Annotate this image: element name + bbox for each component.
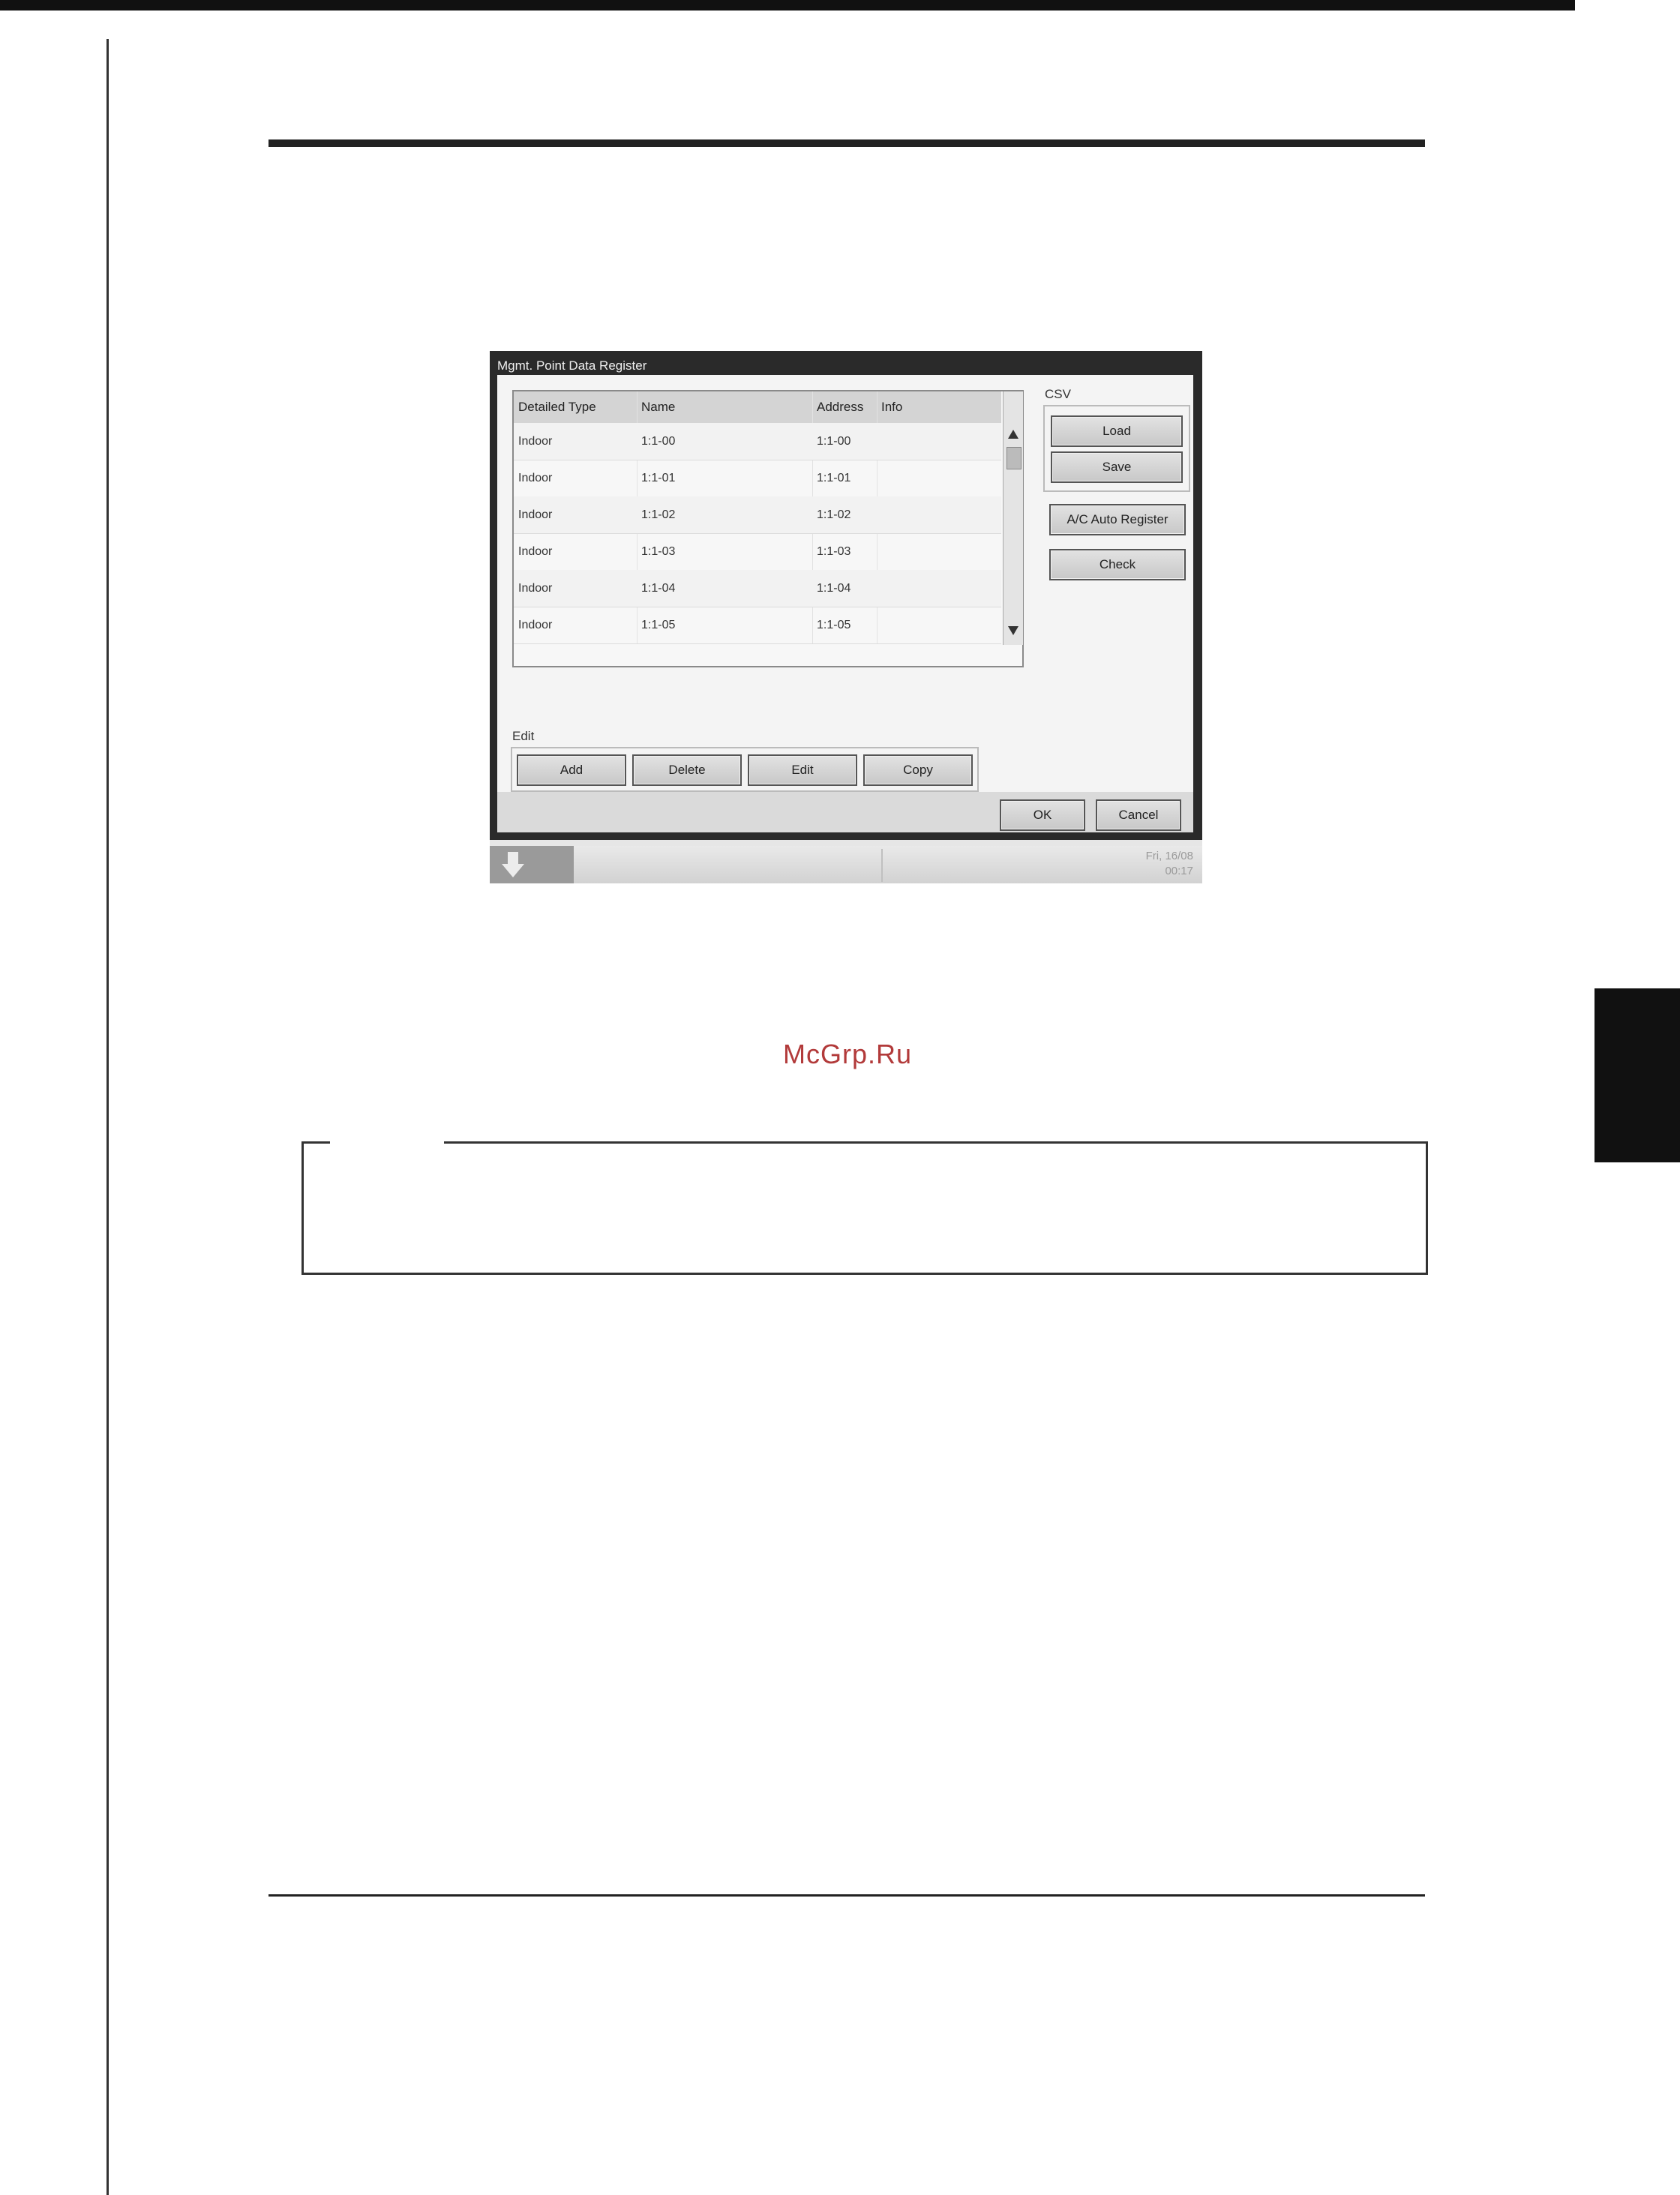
cell-name: 1:1-01 bbox=[641, 472, 676, 484]
edit-button[interactable]: Edit bbox=[748, 754, 857, 786]
note-box bbox=[302, 1141, 1428, 1275]
copy-button[interactable]: Copy bbox=[863, 754, 973, 786]
ac-auto-register-button[interactable]: A/C Auto Register bbox=[1049, 504, 1186, 535]
dialog-body: Detailed Type Name Address Info Indoor 1… bbox=[497, 375, 1193, 832]
column-header-info[interactable]: Info bbox=[881, 391, 902, 423]
cell-name: 1:1-02 bbox=[641, 508, 676, 521]
scroll-down-icon[interactable] bbox=[1005, 621, 1022, 640]
scroll-thumb[interactable] bbox=[1006, 447, 1022, 469]
cell-address: 1:1-03 bbox=[817, 545, 851, 558]
status-time: 00:17 bbox=[1165, 865, 1193, 877]
status-datetime: Fri, 16/08 00:17 bbox=[1146, 849, 1193, 879]
cell-detailed-type: Indoor bbox=[518, 619, 553, 631]
top-bar bbox=[0, 0, 1575, 10]
arrow-down-icon bbox=[500, 850, 526, 885]
csv-save-button[interactable]: Save bbox=[1051, 451, 1183, 483]
cell-detailed-type: Indoor bbox=[518, 508, 553, 521]
point-data-table: Detailed Type Name Address Info Indoor 1… bbox=[512, 390, 1024, 667]
cell-address: 1:1-01 bbox=[817, 472, 851, 484]
table-row[interactable]: Indoor 1:1-00 1:1-00 bbox=[514, 423, 1001, 460]
header-rule bbox=[268, 139, 1425, 147]
table-scrollbar[interactable] bbox=[1003, 391, 1023, 645]
table-header: Detailed Type Name Address Info bbox=[514, 391, 1001, 423]
column-header-address[interactable]: Address bbox=[817, 391, 863, 423]
add-button[interactable]: Add bbox=[517, 754, 626, 786]
ok-button[interactable]: OK bbox=[1000, 799, 1085, 831]
cell-address: 1:1-02 bbox=[817, 508, 851, 521]
footer-rule bbox=[268, 1894, 1425, 1897]
table-row[interactable]: Indoor 1:1-03 1:1-03 bbox=[514, 533, 1001, 571]
edit-group-label: Edit bbox=[512, 729, 535, 743]
chapter-tab bbox=[1594, 988, 1680, 1162]
table-row[interactable]: Indoor 1:1-04 1:1-04 bbox=[514, 570, 1001, 607]
cell-detailed-type: Indoor bbox=[518, 545, 553, 558]
cell-detailed-type: Indoor bbox=[518, 472, 553, 484]
cancel-button[interactable]: Cancel bbox=[1096, 799, 1181, 831]
menu-toggle-button[interactable] bbox=[490, 846, 574, 883]
table-row[interactable]: Indoor 1:1-01 1:1-01 bbox=[514, 460, 1001, 497]
left-margin-rule bbox=[106, 39, 109, 2195]
cell-address: 1:1-05 bbox=[817, 619, 851, 631]
dialog-window: Mgmt. Point Data Register Detailed Type … bbox=[490, 351, 1202, 840]
table-row[interactable]: Indoor 1:1-05 1:1-05 bbox=[514, 607, 1001, 644]
csv-load-button[interactable]: Load bbox=[1051, 415, 1183, 447]
cell-name: 1:1-05 bbox=[641, 619, 676, 631]
cell-detailed-type: Indoor bbox=[518, 435, 553, 448]
column-header-detailed-type[interactable]: Detailed Type bbox=[518, 391, 596, 423]
cell-name: 1:1-00 bbox=[641, 435, 676, 448]
status-divider bbox=[881, 849, 883, 882]
column-header-name[interactable]: Name bbox=[641, 391, 675, 423]
watermark: McGrp.Ru bbox=[782, 1039, 913, 1069]
note-box-gap bbox=[330, 1139, 444, 1145]
delete-button[interactable]: Delete bbox=[632, 754, 742, 786]
cell-name: 1:1-04 bbox=[641, 582, 676, 595]
scroll-up-icon[interactable] bbox=[1005, 424, 1022, 444]
dialog-footer bbox=[497, 792, 1193, 832]
screenshot-frame: Mgmt. Point Data Register Detailed Type … bbox=[490, 351, 1202, 883]
csv-group-label: CSV bbox=[1045, 387, 1071, 401]
check-button[interactable]: Check bbox=[1049, 549, 1186, 580]
cell-detailed-type: Indoor bbox=[518, 582, 553, 595]
cell-address: 1:1-04 bbox=[817, 582, 851, 595]
dialog-title: Mgmt. Point Data Register bbox=[497, 358, 647, 373]
status-bar: Fri, 16/08 00:17 bbox=[490, 846, 1202, 883]
table-row[interactable]: Indoor 1:1-02 1:1-02 bbox=[514, 496, 1001, 534]
status-date: Fri, 16/08 bbox=[1145, 850, 1193, 862]
cell-address: 1:1-00 bbox=[817, 435, 851, 448]
cell-name: 1:1-03 bbox=[641, 545, 676, 558]
